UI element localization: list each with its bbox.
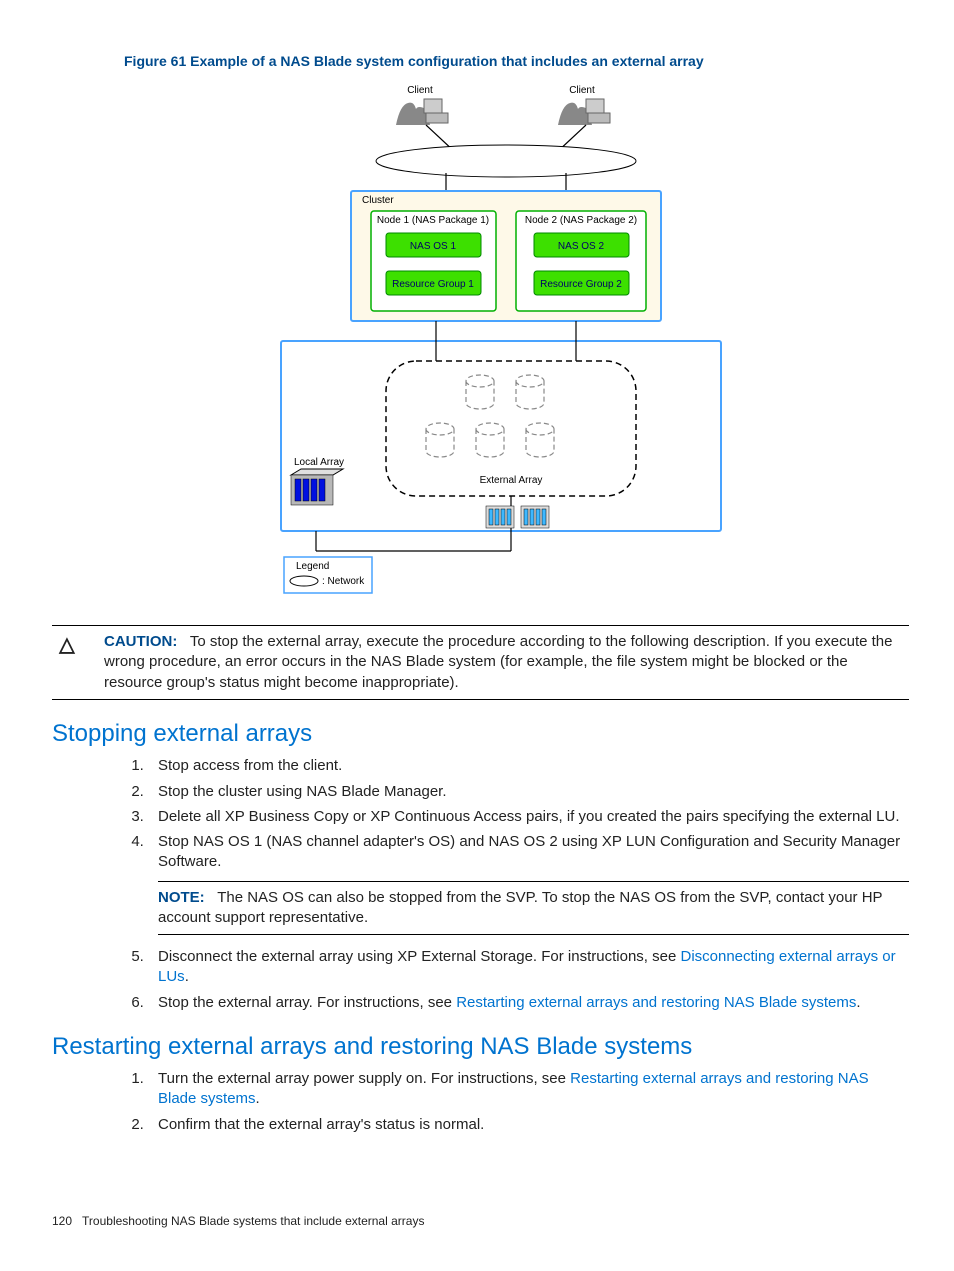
page-number: 120 bbox=[52, 1214, 72, 1228]
svg-text:Legend: Legend bbox=[296, 561, 329, 572]
list-item: Stop access from the client. bbox=[148, 756, 909, 776]
note-body: The NAS OS can also be stopped from the … bbox=[158, 889, 882, 926]
svg-text:NAS OS 2: NAS OS 2 bbox=[557, 241, 604, 252]
svg-text:Node 1 (NAS Package 1): Node 1 (NAS Package 1) bbox=[376, 215, 488, 226]
svg-text:: Network: : Network bbox=[322, 576, 365, 587]
svg-text:Client: Client bbox=[407, 85, 433, 96]
list-item: Disconnect the external array using XP E… bbox=[148, 947, 909, 988]
list-item: Stop the external array. For instruction… bbox=[148, 993, 909, 1013]
svg-text:External Array: External Array bbox=[479, 475, 542, 486]
caution-text: CAUTION: To stop the external array, exe… bbox=[104, 632, 909, 693]
caution-icon: △ bbox=[52, 632, 82, 693]
nas-diagram: Client Client Cluster Node 1 (NAS Packag… bbox=[236, 81, 726, 607]
figure-title: Figure 61 Example of a NAS Blade system … bbox=[124, 52, 909, 71]
note-label: NOTE: bbox=[158, 889, 205, 906]
list-item: Confirm that the external array's status… bbox=[148, 1115, 909, 1135]
svg-text:Resource Group 1: Resource Group 1 bbox=[392, 279, 474, 290]
page-footer: 120 Troubleshooting NAS Blade systems th… bbox=[52, 1213, 424, 1229]
stopping-steps-list: Stop access from the client. Stop the cl… bbox=[124, 756, 909, 1013]
caution-label: CAUTION: bbox=[104, 633, 177, 650]
section-heading-stopping: Stopping external arrays bbox=[52, 718, 909, 750]
svg-text:Cluster: Cluster bbox=[362, 195, 394, 206]
list-item: Turn the external array power supply on.… bbox=[148, 1069, 909, 1110]
svg-text:Node 2 (NAS Package 2): Node 2 (NAS Package 2) bbox=[524, 215, 636, 226]
svg-text:Resource Group 2: Resource Group 2 bbox=[540, 279, 622, 290]
footer-title: Troubleshooting NAS Blade systems that i… bbox=[82, 1214, 424, 1228]
caution-body: To stop the external array, execute the … bbox=[104, 633, 892, 691]
list-item: Stop NAS OS 1 (NAS channel adapter's OS)… bbox=[148, 832, 909, 935]
note-block: NOTE: The NAS OS can also be stopped fro… bbox=[158, 881, 909, 936]
list-item: Stop the cluster using NAS Blade Manager… bbox=[148, 782, 909, 802]
caution-block: △ CAUTION: To stop the external array, e… bbox=[52, 625, 909, 700]
svg-text:Local Array: Local Array bbox=[294, 457, 344, 468]
section-heading-restarting: Restarting external arrays and restoring… bbox=[52, 1031, 909, 1063]
svg-text:NAS OS 1: NAS OS 1 bbox=[409, 241, 456, 252]
list-item: Delete all XP Business Copy or XP Contin… bbox=[148, 807, 909, 827]
link-restarting-1[interactable]: Restarting external arrays and restoring… bbox=[456, 994, 856, 1011]
svg-text:Client: Client bbox=[569, 85, 595, 96]
restarting-steps-list: Turn the external array power supply on.… bbox=[124, 1069, 909, 1135]
